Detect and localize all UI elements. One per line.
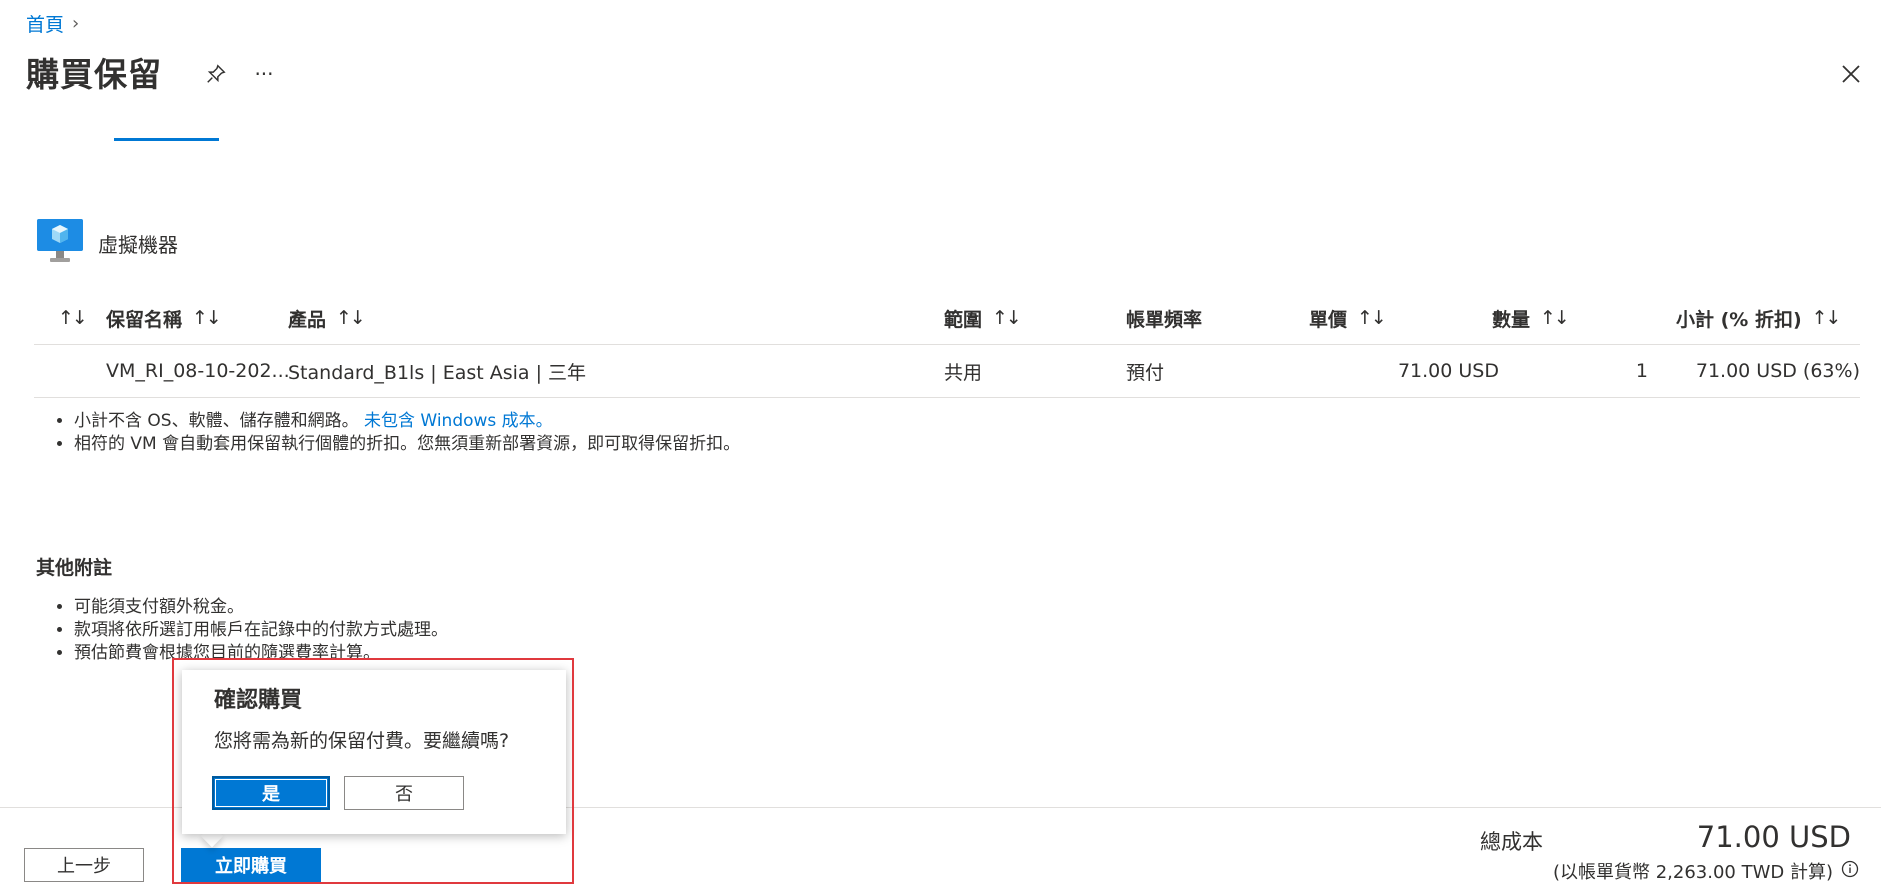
- cell-billing: 預付: [1126, 361, 1165, 384]
- header-quantity-label: 數量: [1492, 308, 1531, 331]
- breadcrumb-home-link[interactable]: 首頁: [26, 10, 64, 37]
- list-item: 相符的 VM 會自動套用保留執行個體的折扣。您無須重新部署資源，即可取得保留折扣…: [74, 433, 740, 456]
- header-name-label: 保留名稱: [106, 308, 183, 331]
- list-item: 小計不含 OS、軟體、儲存體和網路。 未包含 Windows 成本。: [74, 410, 740, 433]
- pricing-notes: 小計不含 OS、軟體、儲存體和網路。 未包含 Windows 成本。 相符的 V…: [34, 410, 740, 456]
- sort-icon[interactable]: ↑↓: [992, 307, 1022, 329]
- sort-icon[interactable]: ↑↓: [1357, 307, 1387, 329]
- header-product-label: 產品: [288, 308, 327, 331]
- billing-currency-note: (以帳單貨幣 2,263.00 TWD 計算): [1552, 862, 1833, 883]
- reservation-table: ↑↓ 保留名稱 ↑↓ 產品 ↑↓ 範圍 ↑↓ 帳單頻率 單價 ↑↓ 數量 ↑↓ …: [34, 292, 1860, 398]
- sort-icon[interactable]: ↑↓: [1812, 307, 1842, 329]
- select-sort-header[interactable]: ↑↓: [58, 292, 88, 344]
- header-scope-label: 範圍: [944, 308, 983, 331]
- highlight-box: [172, 658, 574, 884]
- sort-icon[interactable]: ↑↓: [192, 307, 222, 329]
- sort-icon[interactable]: ↑↓: [1540, 307, 1570, 329]
- table-header-row: ↑↓ 保留名稱 ↑↓ 產品 ↑↓ 範圍 ↑↓ 帳單頻率 單價 ↑↓ 數量 ↑↓ …: [34, 292, 1860, 345]
- vm-icon: [36, 218, 84, 268]
- header-name[interactable]: 保留名稱 ↑↓: [106, 292, 222, 344]
- cell-scope: 共用: [944, 361, 983, 384]
- header-unit-price[interactable]: 單價 ↑↓: [1309, 292, 1387, 344]
- info-icon[interactable]: [1841, 860, 1859, 883]
- header-quantity[interactable]: 數量 ↑↓: [1492, 292, 1570, 344]
- header-unit-price-label: 單價: [1309, 308, 1348, 331]
- header-product[interactable]: 產品 ↑↓: [288, 292, 366, 344]
- header-billing: 帳單頻率: [1126, 292, 1202, 344]
- cell-subtotal: 71.00 USD (63%): [1695, 360, 1860, 382]
- note-text: 小計不含 OS、軟體、儲存體和網路。: [74, 411, 359, 431]
- more-options-icon[interactable]: ···: [250, 60, 278, 88]
- close-icon[interactable]: [1835, 58, 1867, 90]
- previous-button[interactable]: 上一步: [24, 848, 144, 882]
- list-item: 款項將依所選訂用帳戶在記錄中的付款方式處理。: [74, 619, 448, 642]
- pin-icon[interactable]: [202, 60, 230, 88]
- total-cost-note: (以帳單貨幣 2,263.00 TWD 計算): [1553, 858, 1859, 884]
- section-header: 虛擬機器: [36, 218, 178, 268]
- other-notes-title: 其他附註: [36, 557, 113, 579]
- header-subtotal-label: 小計 (% 折扣): [1676, 308, 1802, 331]
- sort-icon[interactable]: ↑↓: [58, 307, 88, 329]
- breadcrumb-separator: ›: [72, 13, 80, 34]
- header-billing-label: 帳單頻率: [1126, 308, 1203, 331]
- list-item: 可能須支付額外稅金。: [74, 596, 448, 619]
- windows-cost-link[interactable]: 未包含 Windows 成本。: [364, 411, 553, 431]
- sort-icon[interactable]: ↑↓: [336, 307, 366, 329]
- total-cost-label: 總成本: [1480, 830, 1543, 854]
- other-notes-list: 可能須支付額外稅金。 款項將依所選訂用帳戶在記錄中的付款方式處理。 預估節費會根…: [34, 596, 448, 665]
- cell-name: VM_RI_08-10-202...: [106, 360, 290, 382]
- cell-unit-price: 71.00 USD: [1397, 360, 1499, 382]
- cell-product: Standard_B1ls | East Asia | 三年: [288, 361, 587, 384]
- page-title: 購買保留: [26, 55, 162, 94]
- total-cost-value: 71.00 USD: [1696, 820, 1851, 854]
- cell-quantity: 1: [1635, 360, 1648, 382]
- header-scope[interactable]: 範圍 ↑↓: [944, 292, 1022, 344]
- header-subtotal[interactable]: 小計 (% 折扣) ↑↓: [1676, 292, 1842, 344]
- breadcrumb: 首頁 ›: [26, 10, 79, 37]
- tab-indicator: [114, 138, 219, 141]
- section-label: 虛擬機器: [98, 232, 178, 257]
- table-row: VM_RI_08-10-202... Standard_B1ls | East …: [34, 345, 1860, 398]
